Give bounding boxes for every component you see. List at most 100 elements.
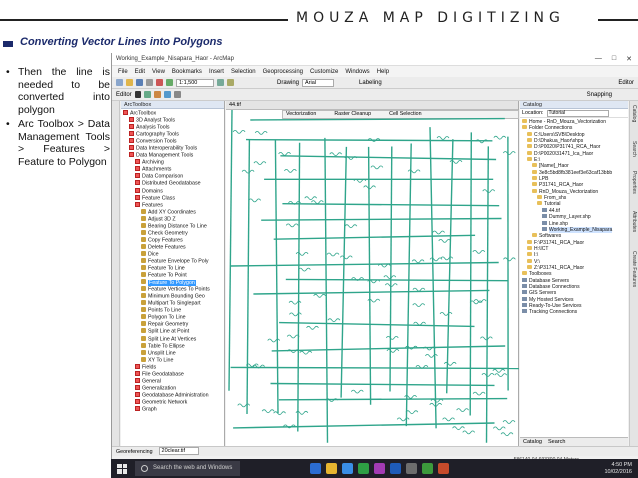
snapping-menu[interactable]: Snapping bbox=[587, 92, 638, 98]
toolbox-item[interactable]: Feature To Line bbox=[121, 265, 224, 272]
toolbox-item[interactable]: Analysis Tools bbox=[121, 124, 224, 131]
trace-icon[interactable] bbox=[153, 91, 161, 98]
font-select[interactable]: Arial bbox=[302, 78, 335, 87]
drawing-menu[interactable]: Drawing bbox=[277, 80, 299, 86]
toolbox-item[interactable]: Split Line at Point bbox=[121, 328, 224, 335]
menu-bookmarks[interactable]: Bookmarks bbox=[172, 69, 202, 75]
close-icon[interactable]: ✕ bbox=[626, 55, 632, 63]
save-icon[interactable] bbox=[136, 79, 143, 86]
toolbox-item[interactable]: Data Management Tools bbox=[121, 152, 224, 159]
labeling-menu[interactable]: Labeling bbox=[359, 80, 382, 86]
sketch-icon[interactable] bbox=[143, 91, 151, 98]
menu-windows[interactable]: Windows bbox=[345, 69, 369, 75]
tab-search[interactable]: Search bbox=[548, 438, 565, 446]
editor-label[interactable]: Editor bbox=[116, 92, 132, 98]
new-map-icon[interactable] bbox=[116, 79, 123, 86]
catalog-item[interactable]: Tracking Connections bbox=[520, 309, 628, 315]
toolbox-item[interactable]: Fields bbox=[121, 363, 224, 371]
taskbar-search[interactable]: Search the web and Windows bbox=[135, 461, 240, 476]
toolbox-item[interactable]: Cartography Tools bbox=[121, 131, 224, 138]
toolbox-item[interactable]: Repair Geometry bbox=[121, 321, 224, 328]
file-explorer-icon[interactable] bbox=[326, 463, 337, 474]
toolbox-item[interactable]: General bbox=[121, 377, 224, 385]
toolbox-item[interactable]: Feature Envelope To Poly bbox=[121, 257, 224, 265]
maximize-icon[interactable]: □ bbox=[612, 55, 616, 63]
toolbox-item[interactable]: Minimum Bounding Geo bbox=[121, 293, 224, 300]
toolbox-item[interactable]: Adjust 3D Z bbox=[121, 215, 224, 223]
toolbox-item[interactable]: Data Comparison bbox=[121, 173, 224, 180]
toolbox-item[interactable]: Split Line At Vertices bbox=[121, 335, 224, 343]
menu-file[interactable]: File bbox=[118, 69, 128, 75]
word-icon[interactable] bbox=[390, 463, 401, 474]
onenote-icon[interactable] bbox=[374, 463, 385, 474]
left-dock-tabs[interactable] bbox=[112, 101, 120, 446]
tab-catalog[interactable]: Catalog bbox=[523, 438, 542, 446]
delete-icon[interactable] bbox=[156, 79, 163, 86]
toolbox-item[interactable]: ArcToolbox bbox=[121, 110, 224, 117]
tab-right-attributes[interactable]: Attributes bbox=[631, 211, 637, 232]
editor-menu[interactable]: Editor bbox=[618, 80, 638, 86]
excel-icon[interactable] bbox=[422, 463, 433, 474]
edit-tool-icon[interactable] bbox=[134, 91, 141, 98]
tab-right-catalog[interactable]: Catalog bbox=[631, 105, 637, 122]
toolbox-item[interactable]: Domains bbox=[121, 187, 224, 195]
edge-icon[interactable] bbox=[310, 463, 321, 474]
open-icon[interactable] bbox=[126, 79, 133, 86]
toolbox-item[interactable]: Archiving bbox=[121, 159, 224, 166]
right-dock-tabs[interactable]: Catalog Search Properties Attributes Cre… bbox=[629, 101, 638, 446]
location-input[interactable]: Tutorial bbox=[546, 110, 609, 117]
toolbox-item[interactable]: Distributed Geodatabase bbox=[121, 180, 224, 187]
toolbox-item[interactable]: Feature Vertices To Points bbox=[121, 286, 224, 293]
toolbox-item[interactable]: XY To Line bbox=[121, 356, 224, 364]
toolbox-item[interactable]: Add XY Coordinates bbox=[121, 208, 224, 216]
cut-polygon-icon[interactable] bbox=[173, 91, 181, 98]
toolbox-item[interactable]: Feature To Point bbox=[121, 272, 224, 279]
tab-right-properties[interactable]: Properties bbox=[631, 171, 637, 194]
powerpoint-icon[interactable] bbox=[438, 463, 449, 474]
toolbox-item[interactable]: Conversion Tools bbox=[121, 138, 224, 145]
toolbox-item[interactable]: Feature Class bbox=[121, 194, 224, 202]
menu-help[interactable]: Help bbox=[377, 69, 389, 75]
menu-customize[interactable]: Customize bbox=[310, 69, 338, 75]
toolbox-item[interactable]: Multipart To Singlepart bbox=[121, 300, 224, 307]
print-icon[interactable] bbox=[146, 79, 153, 86]
menu-selection[interactable]: Selection bbox=[231, 69, 256, 75]
tab-right-search[interactable]: Search bbox=[631, 141, 637, 157]
minimize-icon[interactable]: — bbox=[595, 55, 602, 63]
toolbox-item[interactable]: Dice bbox=[121, 250, 224, 258]
toolbox-item[interactable]: Copy Features bbox=[121, 236, 224, 244]
toolbox-item[interactable]: Features bbox=[121, 201, 224, 209]
toolbox-item[interactable]: Table To Ellipse bbox=[121, 342, 224, 350]
editor-toolbar-icon[interactable] bbox=[217, 79, 224, 86]
scale-box[interactable]: 1:1,500 bbox=[176, 78, 214, 87]
toolbox-item[interactable]: Generalization bbox=[121, 384, 224, 392]
georeferencing-menu[interactable]: Georeferencing bbox=[116, 447, 153, 456]
toolbox-item[interactable]: Polygon To Line bbox=[121, 314, 224, 321]
map-view[interactable]: 44.tif Vectorization Raster Cleanup Cell S… bbox=[226, 101, 519, 446]
toolbox-item[interactable]: Bearing Distance To Line bbox=[121, 222, 224, 230]
toolbox-item[interactable]: Data Interoperability Tools bbox=[121, 145, 224, 152]
toolbox-item[interactable]: Points To Line bbox=[121, 307, 224, 314]
toolbox-item[interactable]: Feature To Polygon bbox=[121, 279, 224, 286]
toolbox-icon[interactable] bbox=[227, 79, 234, 86]
toolbox-item[interactable]: Geodatabase Administration bbox=[121, 391, 224, 399]
windows-start-icon[interactable] bbox=[117, 463, 127, 474]
menu-view[interactable]: View bbox=[152, 69, 165, 75]
map-tab[interactable]: 44.tif bbox=[226, 101, 518, 110]
straight-segment-icon[interactable] bbox=[163, 91, 171, 98]
toolbox-item[interactable]: Unsplit Line bbox=[121, 349, 224, 357]
menu-edit[interactable]: Edit bbox=[135, 69, 145, 75]
menu-insert[interactable]: Insert bbox=[209, 69, 224, 75]
toolbox-item[interactable]: 3D Analyst Tools bbox=[121, 117, 224, 124]
menu-geoprocessing[interactable]: Geoprocessing bbox=[263, 69, 303, 75]
toolbox-item[interactable]: Graph bbox=[121, 405, 224, 413]
toolbox-item[interactable]: Check Geometry bbox=[121, 229, 224, 237]
arcmap-taskbar-icon[interactable] bbox=[406, 463, 417, 474]
toolbox-item[interactable]: File Geodatabase bbox=[121, 370, 224, 378]
toolbox-item[interactable]: Geometric Network bbox=[121, 398, 224, 406]
toolbox-item[interactable]: Attachments bbox=[121, 166, 224, 173]
georef-layer-select[interactable]: 20clear.tif bbox=[158, 447, 199, 455]
tab-right-create-features[interactable]: Create Features bbox=[631, 251, 637, 287]
store-icon[interactable] bbox=[342, 463, 353, 474]
chrome-icon[interactable] bbox=[358, 463, 369, 474]
